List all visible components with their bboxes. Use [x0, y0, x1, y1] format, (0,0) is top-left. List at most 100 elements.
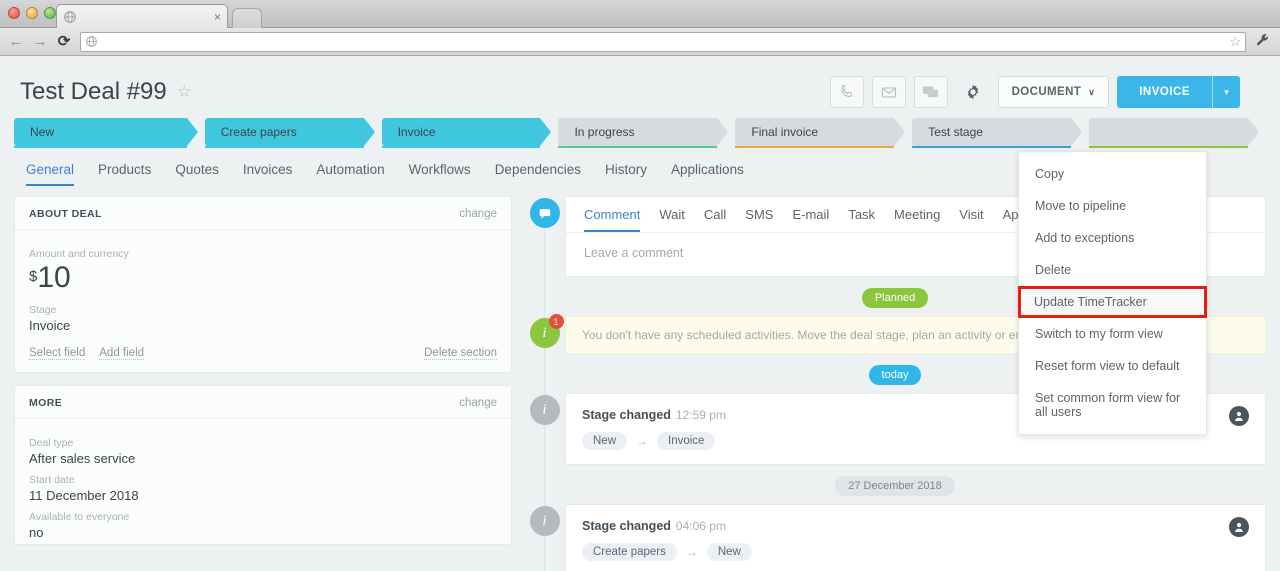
activity-tab-email[interactable]: E-mail: [792, 207, 829, 232]
bookmark-star-icon[interactable]: ☆: [1229, 34, 1241, 50]
tab-automation[interactable]: Automation: [316, 162, 384, 186]
wrench-menu-icon[interactable]: [1254, 33, 1272, 50]
invoice-caret-icon[interactable]: ▾: [1212, 76, 1240, 108]
speech-bubble-glyph: [538, 207, 552, 220]
menu-item-move-to-pipeline[interactable]: Move to pipeline: [1019, 190, 1206, 222]
menu-item-set-common-form-view[interactable]: Set common form view for all users: [1019, 382, 1206, 428]
event-heading: Stage changed04:06 pm: [582, 517, 1229, 535]
new-tab-button[interactable]: [232, 8, 262, 28]
stage-label: Invoice: [398, 125, 436, 139]
page-header: Test Deal #99 ☆: [0, 56, 1280, 112]
date-chip: 27 December 2018: [835, 476, 955, 496]
tab-close-icon[interactable]: ×: [214, 11, 221, 23]
activity-tab-task[interactable]: Task: [848, 207, 875, 232]
menu-item-update-timetracker[interactable]: Update TimeTracker: [1018, 286, 1207, 318]
deal-type-value: After sales service: [29, 451, 497, 466]
event-content: Stage changed04:06 pm Create papers → Ne…: [582, 517, 1229, 561]
tab-history[interactable]: History: [605, 162, 647, 186]
back-icon[interactable]: ←: [8, 34, 24, 50]
header-actions: DOCUMENT ∨ INVOICE ▾: [830, 76, 1260, 108]
activity-tab-wait[interactable]: Wait: [659, 207, 685, 232]
about-deal-change-link[interactable]: change: [459, 208, 497, 220]
pipeline-stage-create-papers[interactable]: Create papers: [205, 118, 375, 146]
pipeline-stage-new[interactable]: New: [14, 118, 198, 146]
activity-tab-sms[interactable]: SMS: [745, 207, 773, 232]
stage-label: Test stage: [928, 125, 983, 139]
today-chip: today: [869, 365, 922, 385]
pipeline-stage-test-stage[interactable]: Test stage: [912, 118, 1082, 146]
deal-type-label: Deal type: [29, 437, 497, 449]
tab-invoices[interactable]: Invoices: [243, 162, 293, 186]
tab-general[interactable]: General: [26, 162, 74, 186]
stage-label: New: [30, 125, 54, 139]
activity-tab-comment[interactable]: Comment: [584, 207, 640, 232]
stage-from-pill: New: [582, 432, 627, 450]
delete-section-link[interactable]: Delete section: [424, 347, 497, 360]
about-deal-footer: Select field Add field Delete section: [15, 337, 511, 372]
tab-quotes[interactable]: Quotes: [175, 162, 219, 186]
about-deal-title: ABOUT DEAL: [29, 208, 102, 220]
stage-field-value: Invoice: [29, 318, 497, 333]
tab-dependencies[interactable]: Dependencies: [495, 162, 581, 186]
document-label: DOCUMENT: [1012, 86, 1082, 98]
page-title: Test Deal #99: [20, 78, 167, 106]
pipeline-stage-invoice[interactable]: Invoice: [382, 118, 552, 146]
maximize-window-icon[interactable]: [44, 7, 56, 19]
timeline-event-row: i Stage changed04:06 pm Create papers → …: [524, 504, 1266, 571]
pipeline-stage-in-progress[interactable]: In progress: [558, 118, 728, 146]
close-window-icon[interactable]: [8, 7, 20, 19]
activity-tab-call[interactable]: Call: [704, 207, 726, 232]
person-icon: [1233, 521, 1245, 533]
minimize-window-icon[interactable]: [26, 7, 38, 19]
start-date-value: 11 December 2018: [29, 488, 497, 503]
event-time: 12:59 pm: [676, 408, 726, 422]
stage-underline: [1089, 146, 1248, 149]
invoice-button[interactable]: INVOICE: [1117, 76, 1212, 108]
activity-tab-meeting[interactable]: Meeting: [894, 207, 940, 232]
select-field-link[interactable]: Select field: [29, 347, 85, 360]
arrow-icon: →: [686, 545, 698, 559]
event-transition: Create papers → New: [582, 543, 1229, 561]
stage-shape: [1089, 118, 1259, 146]
activity-tab-visit[interactable]: Visit: [959, 207, 983, 232]
url-bar[interactable]: ☆: [80, 32, 1246, 52]
tab-applications[interactable]: Applications: [671, 162, 744, 186]
favorite-star-icon[interactable]: ☆: [177, 82, 192, 102]
chat-button[interactable]: [914, 76, 948, 108]
more-card: MORE change Deal type After sales servic…: [14, 385, 512, 545]
browser-tab[interactable]: ×: [56, 4, 228, 28]
tab-workflows[interactable]: Workflows: [409, 162, 471, 186]
chevron-down-icon: ∨: [1088, 87, 1095, 98]
avatar[interactable]: [1229, 517, 1249, 537]
invoice-button-group[interactable]: INVOICE ▾: [1117, 76, 1240, 108]
menu-item-delete[interactable]: Delete: [1019, 254, 1206, 286]
avatar[interactable]: [1229, 406, 1249, 426]
document-dropdown-button[interactable]: DOCUMENT ∨: [998, 76, 1110, 108]
add-field-link[interactable]: Add field: [99, 347, 144, 360]
more-change-link[interactable]: change: [459, 397, 497, 409]
menu-item-switch-form-view[interactable]: Switch to my form view: [1019, 318, 1206, 350]
pipeline-stage-final-invoice[interactable]: Final invoice: [735, 118, 905, 146]
stage-underline: [14, 146, 187, 149]
forward-icon[interactable]: →: [32, 34, 48, 50]
stage-label: Create papers: [221, 125, 297, 139]
amount-field-label: Amount and currency: [29, 248, 497, 260]
email-button[interactable]: [872, 76, 906, 108]
start-date-label: Start date: [29, 474, 497, 486]
stage-to-pill: New: [707, 543, 752, 561]
settings-dropdown-menu: Copy Move to pipeline Add to exceptions …: [1018, 151, 1207, 435]
envelope-icon: [881, 84, 897, 100]
tab-products[interactable]: Products: [98, 162, 151, 186]
menu-item-reset-form-view[interactable]: Reset form view to default: [1019, 350, 1206, 382]
more-header: MORE change: [15, 386, 511, 419]
person-icon: [1233, 410, 1245, 422]
call-button[interactable]: [830, 76, 864, 108]
amount-field-value: $10: [29, 261, 497, 296]
stage-from-pill: Create papers: [582, 543, 677, 561]
arrow-icon: →: [636, 434, 648, 448]
pipeline-stage-last[interactable]: [1089, 118, 1259, 146]
menu-item-copy[interactable]: Copy: [1019, 158, 1206, 190]
settings-button[interactable]: [956, 76, 990, 108]
menu-item-add-to-exceptions[interactable]: Add to exceptions: [1019, 222, 1206, 254]
reload-icon[interactable]: ⟳: [56, 34, 72, 50]
